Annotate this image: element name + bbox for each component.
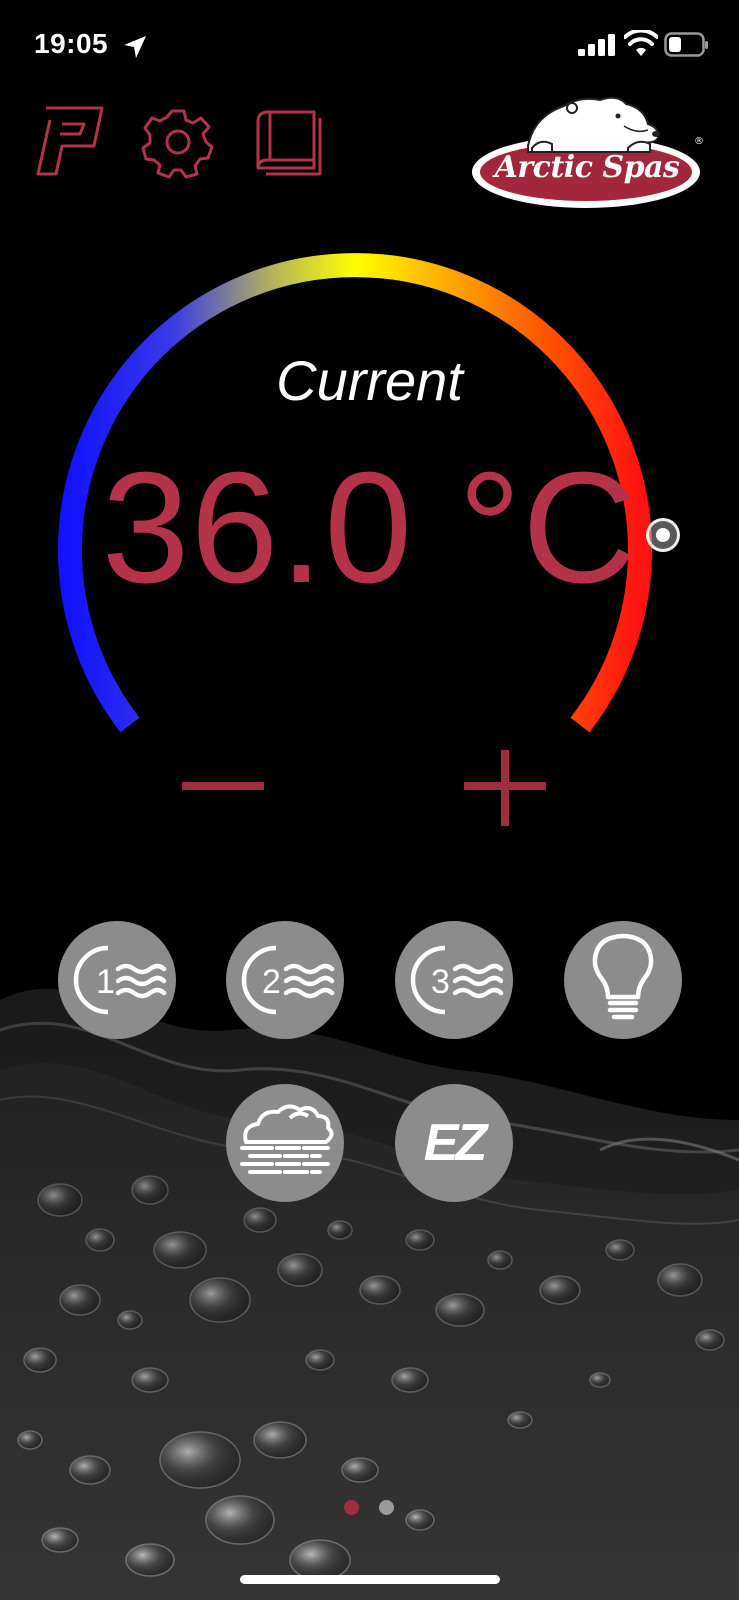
manual-button[interactable] (250, 102, 326, 182)
ez-mode-button[interactable]: EZ (395, 1084, 513, 1202)
power-p-icon (36, 106, 104, 176)
status-bar: 19:05 (0, 0, 739, 92)
page-indicator-1[interactable] (344, 1500, 359, 1515)
current-label: Current (276, 349, 463, 412)
decrease-temperature-button[interactable] (172, 750, 282, 840)
home-indicator[interactable] (240, 1575, 500, 1584)
jet-3-number: 3 (431, 963, 450, 1001)
arctic-spas-logo: ® Arctic Spas (468, 86, 714, 216)
settings-button[interactable] (140, 102, 216, 182)
fog-cloud-icon (240, 1104, 334, 1174)
plus-icon (464, 746, 546, 826)
jets-icon: 1 (73, 945, 167, 1015)
manual-book-icon (256, 110, 322, 176)
power-button[interactable] (32, 102, 108, 182)
location-arrow-icon (124, 36, 146, 58)
jet-3-button[interactable]: 3 (395, 921, 513, 1039)
minus-icon (182, 782, 264, 790)
jet-2-number: 2 (262, 963, 281, 1001)
lightbulb-icon (592, 933, 654, 1020)
jets-icon: 3 (410, 945, 504, 1015)
ez-icon: EZ (424, 1114, 493, 1172)
ez-label: EZ (424, 1114, 490, 1172)
gear-icon (141, 109, 214, 179)
jet-2-button[interactable]: 2 (226, 921, 344, 1039)
logo-text: Arctic Spas (494, 150, 680, 185)
light-button[interactable] (564, 921, 682, 1039)
dial-knob[interactable] (646, 518, 680, 552)
jet-1-button[interactable]: 1 (58, 921, 176, 1039)
fog-button[interactable] (226, 1084, 344, 1202)
status-time: 19:05 (34, 28, 109, 59)
current-temperature: 36.0 °C (101, 440, 638, 616)
wifi-icon (624, 30, 658, 56)
spa-app-screen: 19:05 ® Arctic Spas Current 36.0 °C 1 2 … (0, 0, 739, 1600)
cellular-signal-icon (578, 34, 615, 56)
jets-icon: 2 (241, 945, 335, 1015)
jet-1-number: 1 (96, 963, 115, 1001)
battery-icon (664, 32, 708, 57)
increase-temperature-button[interactable] (458, 746, 568, 840)
page-indicator-2[interactable] (379, 1500, 394, 1515)
svg-text:®: ® (694, 136, 704, 147)
